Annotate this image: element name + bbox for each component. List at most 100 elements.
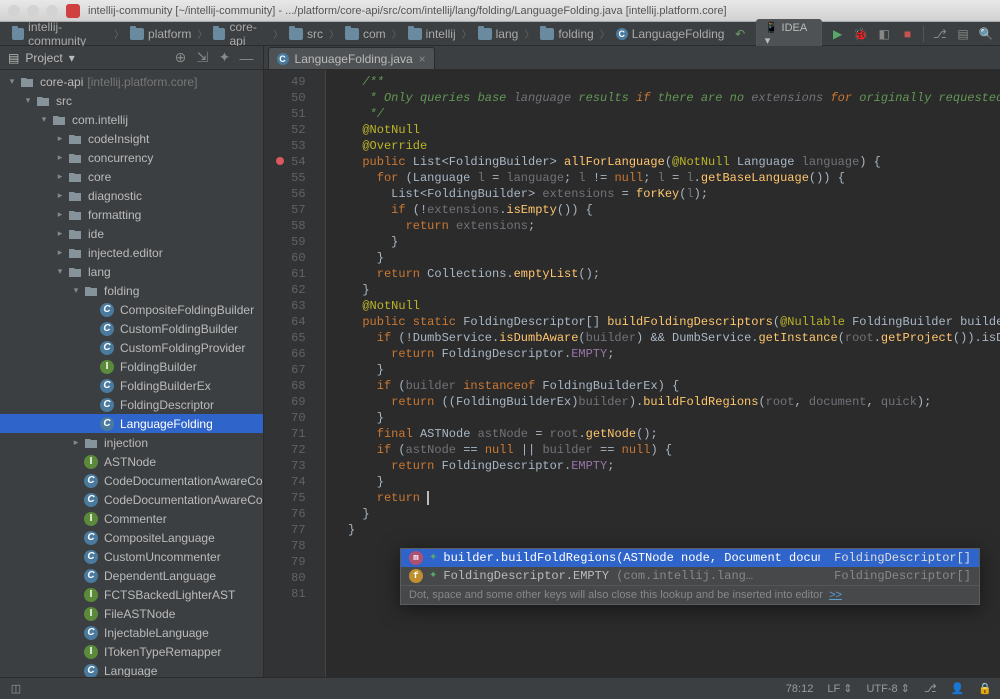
tree-arrow-icon[interactable]: ▸ bbox=[54, 209, 66, 221]
tree-arrow-icon[interactable] bbox=[86, 380, 98, 392]
tree-arrow-icon[interactable] bbox=[70, 570, 82, 582]
code-line[interactable]: } bbox=[334, 250, 1000, 266]
tree-item-foldingbuilder[interactable]: IFoldingBuilder bbox=[0, 357, 263, 376]
code-line[interactable]: return extensions; bbox=[334, 218, 1000, 234]
tree-item-core-api[interactable]: ▾core-api[intellij.platform.core] bbox=[0, 72, 263, 91]
line-number[interactable]: 77 bbox=[264, 522, 306, 538]
tree-arrow-icon[interactable] bbox=[70, 475, 82, 487]
tree-arrow-icon[interactable] bbox=[70, 665, 82, 677]
line-number[interactable]: 50 bbox=[264, 90, 306, 106]
tree-item-itokentyperemapper[interactable]: IITokenTypeRemapper bbox=[0, 642, 263, 661]
tree-item-languagefolding[interactable]: CLanguageFolding bbox=[0, 414, 263, 433]
tree-arrow-icon[interactable]: ▸ bbox=[70, 437, 82, 449]
tree-arrow-icon[interactable] bbox=[70, 627, 82, 639]
editor-gutter[interactable]: 4950515253 54555657585960616263646566676… bbox=[264, 70, 312, 677]
code-line[interactable]: return FoldingDescriptor.EMPTY; bbox=[334, 346, 1000, 362]
tree-arrow-icon[interactable] bbox=[70, 532, 82, 544]
stop-icon[interactable]: ■ bbox=[900, 26, 915, 42]
code-line[interactable]: return bbox=[334, 490, 1000, 506]
coverage-icon[interactable]: ◧ bbox=[877, 26, 892, 42]
code-line[interactable]: return FoldingDescriptor.EMPTY; bbox=[334, 458, 1000, 474]
tree-arrow-icon[interactable]: ▾ bbox=[38, 114, 50, 126]
code-line[interactable]: if (!DumbService.isDumbAware(builder) &&… bbox=[334, 330, 1000, 346]
code-line[interactable]: */ bbox=[334, 106, 1000, 122]
tool-window-icon[interactable]: ◫ bbox=[8, 681, 24, 697]
code-line[interactable]: if (astNode == null || builder == null) … bbox=[334, 442, 1000, 458]
line-number[interactable]: 69 bbox=[264, 394, 306, 410]
completion-item[interactable]: f✦FoldingDescriptor.EMPTY (com.intellij.… bbox=[401, 567, 979, 585]
hide-icon[interactable]: — bbox=[239, 50, 255, 66]
tree-item-com-intellij[interactable]: ▾com.intellij bbox=[0, 110, 263, 129]
tree-arrow-icon[interactable]: ▾ bbox=[22, 95, 34, 107]
line-number[interactable]: 72 bbox=[264, 442, 306, 458]
line-number[interactable]: 80 bbox=[264, 570, 306, 586]
project-tool-title[interactable]: ▤ Project ▾ bbox=[8, 51, 75, 65]
tree-arrow-icon[interactable]: ▸ bbox=[54, 171, 66, 183]
tree-item-language[interactable]: CLanguage bbox=[0, 661, 263, 677]
line-number[interactable]: 68 bbox=[264, 378, 306, 394]
tree-item-codedocumentationawareco[interactable]: CCodeDocumentationAwareCo bbox=[0, 471, 263, 490]
tree-item-foldingdescriptor[interactable]: CFoldingDescriptor bbox=[0, 395, 263, 414]
tree-arrow-icon[interactable] bbox=[86, 304, 98, 316]
tree-arrow-icon[interactable]: ▾ bbox=[70, 285, 82, 297]
line-number[interactable]: 53 bbox=[264, 138, 306, 154]
line-number[interactable]: 71 bbox=[264, 426, 306, 442]
line-number[interactable]: 81 bbox=[264, 586, 306, 602]
code-line[interactable]: @NotNull bbox=[334, 122, 1000, 138]
line-number[interactable]: 76 bbox=[264, 506, 306, 522]
breadcrumb-folding[interactable]: folding bbox=[534, 27, 599, 41]
tree-item-injected-editor[interactable]: ▸injected.editor bbox=[0, 243, 263, 262]
tree-arrow-icon[interactable]: ▾ bbox=[6, 76, 18, 88]
tree-item-customfoldingbuilder[interactable]: CCustomFoldingBuilder bbox=[0, 319, 263, 338]
breadcrumb-platform[interactable]: platform bbox=[124, 27, 197, 41]
line-number[interactable]: 64 bbox=[264, 314, 306, 330]
tree-arrow-icon[interactable] bbox=[70, 589, 82, 601]
tree-arrow-icon[interactable] bbox=[86, 342, 98, 354]
tree-item-compositelanguage[interactable]: CCompositeLanguage bbox=[0, 528, 263, 547]
code-line[interactable]: return Collections.emptyList(); bbox=[334, 266, 1000, 282]
search-icon[interactable]: 🔍 bbox=[979, 26, 994, 42]
tree-item-concurrency[interactable]: ▸concurrency bbox=[0, 148, 263, 167]
line-number[interactable]: 60 bbox=[264, 250, 306, 266]
inspection-icon[interactable]: 👤 bbox=[951, 682, 965, 695]
code-line[interactable]: if (!extensions.isEmpty()) { bbox=[334, 202, 1000, 218]
line-separator[interactable]: LF ⇕ bbox=[827, 682, 852, 695]
tree-arrow-icon[interactable] bbox=[86, 399, 98, 411]
tree-item-injectablelanguage[interactable]: CInjectableLanguage bbox=[0, 623, 263, 642]
debug-icon[interactable]: 🐞 bbox=[853, 26, 868, 42]
vcs-icon[interactable]: ⎇ bbox=[932, 26, 947, 42]
code-line[interactable]: public List<FoldingBuilder> allForLangua… bbox=[334, 154, 1000, 170]
cursor-position[interactable]: 78:12 bbox=[786, 683, 814, 695]
file-encoding[interactable]: UTF-8 ⇕ bbox=[866, 682, 909, 695]
tree-arrow-icon[interactable] bbox=[70, 608, 82, 620]
tree-item-dependentlanguage[interactable]: CDependentLanguage bbox=[0, 566, 263, 585]
line-number[interactable]: 75 bbox=[264, 490, 306, 506]
tree-item-diagnostic[interactable]: ▸diagnostic bbox=[0, 186, 263, 205]
line-number[interactable]: 61 bbox=[264, 266, 306, 282]
breadcrumb-languagefolding[interactable]: CLanguageFolding bbox=[610, 27, 731, 41]
line-number[interactable]: 67 bbox=[264, 362, 306, 378]
tab-languagefolding[interactable]: C LanguageFolding.java × bbox=[268, 47, 435, 69]
tree-item-fileastnode[interactable]: IFileASTNode bbox=[0, 604, 263, 623]
tree-item-lang[interactable]: ▾lang bbox=[0, 262, 263, 281]
window-controls[interactable] bbox=[8, 5, 58, 17]
code-line[interactable]: } bbox=[334, 410, 1000, 426]
tree-arrow-icon[interactable] bbox=[86, 323, 98, 335]
lock-icon[interactable]: 🔒 bbox=[978, 682, 992, 695]
completion-hint-link[interactable]: >> bbox=[829, 589, 842, 601]
line-number[interactable]: 74 bbox=[264, 474, 306, 490]
settings-icon[interactable]: ✦ bbox=[217, 50, 233, 66]
line-number[interactable]: 62 bbox=[264, 282, 306, 298]
line-number[interactable]: 73 bbox=[264, 458, 306, 474]
code-line[interactable]: final ASTNode astNode = root.getNode(); bbox=[334, 426, 1000, 442]
code-line[interactable]: for (Language l = language; l != null; l… bbox=[334, 170, 1000, 186]
tree-arrow-icon[interactable]: ▸ bbox=[54, 152, 66, 164]
code-line[interactable]: @NotNull bbox=[334, 298, 1000, 314]
tree-item-codeinsight[interactable]: ▸codeInsight bbox=[0, 129, 263, 148]
tree-item-customuncommenter[interactable]: CCustomUncommenter bbox=[0, 547, 263, 566]
zoom-window-icon[interactable] bbox=[46, 5, 58, 17]
breadcrumb-intellij[interactable]: intellij bbox=[402, 27, 462, 41]
completion-item[interactable]: m✦builder.buildFoldRegions(ASTNode node,… bbox=[401, 549, 979, 567]
tree-arrow-icon[interactable] bbox=[70, 456, 82, 468]
line-number[interactable]: 63 bbox=[264, 298, 306, 314]
